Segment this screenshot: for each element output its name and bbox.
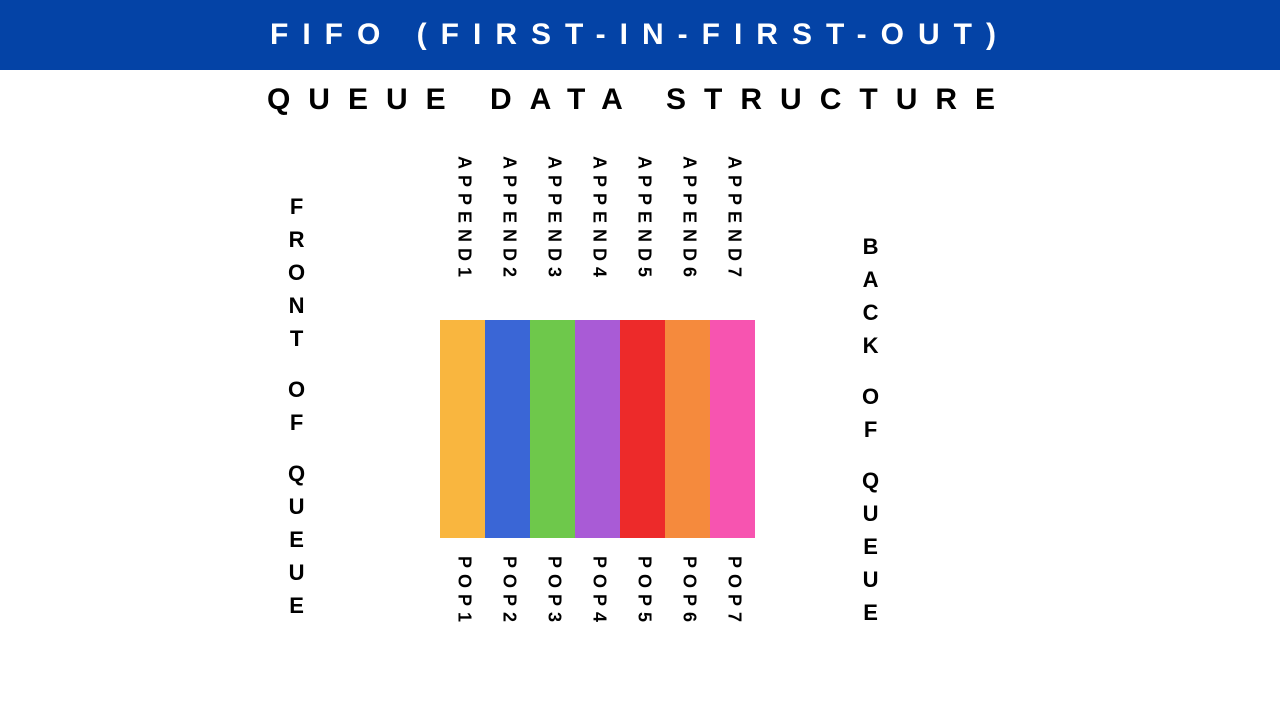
append-label-3: APPEND3 — [544, 156, 565, 283]
pop-label-1: POP1 — [454, 556, 475, 628]
queue-bar-1 — [440, 320, 485, 538]
subtitle: QUEUE DATA STRUCTURE — [267, 83, 1013, 117]
queue-bar-5 — [620, 320, 665, 538]
queue-bar-3 — [530, 320, 575, 538]
queue-bar-2 — [485, 320, 530, 538]
subtitle-row: QUEUE DATA STRUCTURE — [0, 70, 1280, 130]
back-of-queue-label: BACKOFQUEUE — [862, 230, 885, 629]
queue-bar-7 — [710, 320, 755, 538]
pop-label-2: POP2 — [499, 556, 520, 628]
queue-bar-6 — [665, 320, 710, 538]
append-label-2: APPEND2 — [499, 156, 520, 283]
append-label-4: APPEND4 — [589, 156, 610, 283]
banner-title: FIFO (FIRST-IN-FIRST-OUT) — [270, 18, 1010, 52]
pop-label-4: POP4 — [589, 556, 610, 628]
queue-bar-4 — [575, 320, 620, 538]
diagram-stage: FRONTOFQUEUE BACKOFQUEUE APPEND1 APPEND2 A… — [0, 130, 1280, 720]
append-label-7: APPEND7 — [724, 156, 745, 283]
pop-label-6: POP6 — [679, 556, 700, 628]
pop-label-7: POP7 — [724, 556, 745, 628]
append-label-1: APPEND1 — [454, 156, 475, 283]
append-label-6: APPEND6 — [679, 156, 700, 283]
banner: FIFO (FIRST-IN-FIRST-OUT) — [0, 0, 1280, 70]
pop-label-5: POP5 — [634, 556, 655, 628]
pop-label-3: POP3 — [544, 556, 565, 628]
front-of-queue-label: FRONTOFQUEUE — [288, 190, 311, 622]
append-label-5: APPEND5 — [634, 156, 655, 283]
queue-bars — [440, 320, 755, 538]
